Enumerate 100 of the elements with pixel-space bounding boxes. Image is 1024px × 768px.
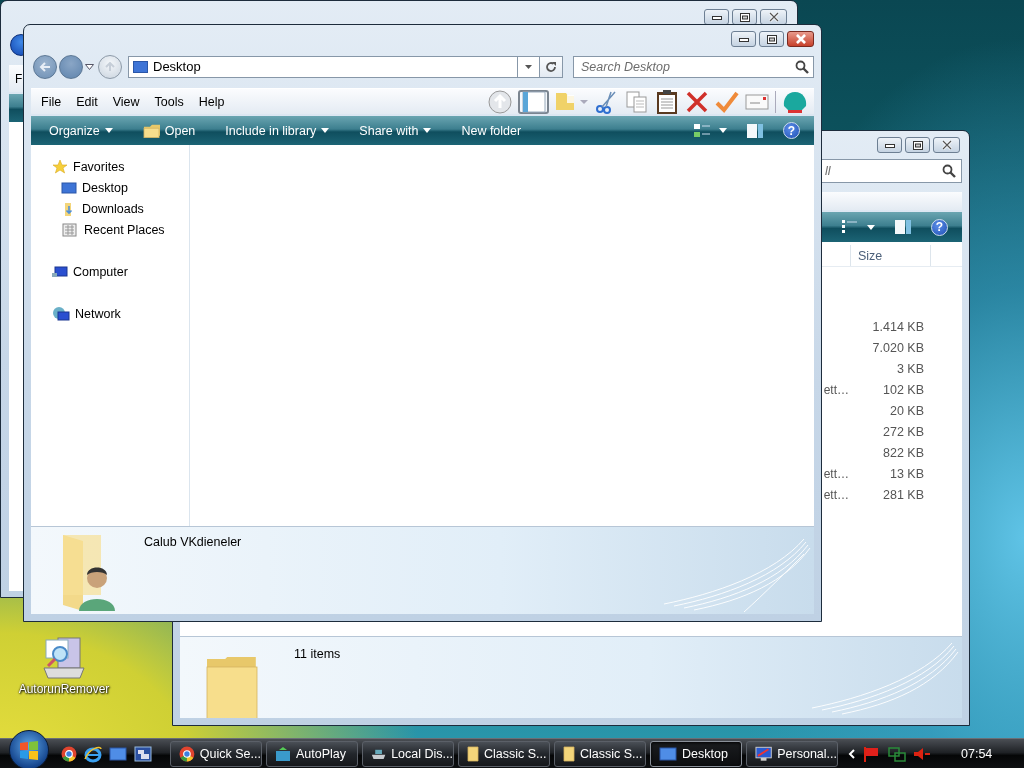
star-icon	[52, 158, 68, 175]
network-icon	[52, 305, 70, 322]
dropdown-button[interactable]	[518, 55, 540, 78]
maximize-button[interactable]	[759, 31, 784, 47]
menu-item[interactable]: Help	[198, 94, 225, 109]
delete-button[interactable]	[685, 89, 709, 114]
address-bar[interactable]: Desktop	[128, 55, 518, 78]
close-icon	[767, 12, 780, 22]
desktop-icon[interactable]	[109, 746, 127, 762]
minimize-icon	[711, 14, 722, 20]
table-cell: 7.020 KB	[872, 340, 924, 355]
navigation-item[interactable]: Computer	[31, 261, 189, 282]
scissors-button[interactable]	[595, 89, 619, 114]
start-button[interactable]	[9, 730, 49, 768]
close-button[interactable]	[760, 9, 787, 25]
caret-icon	[525, 64, 532, 69]
back-button[interactable]	[10, 34, 24, 56]
command-button[interactable]: Open	[142, 123, 196, 138]
search-icon	[942, 164, 956, 178]
clock[interactable]: 07:54	[961, 747, 993, 761]
clipboard-button[interactable]	[655, 89, 679, 114]
search-icon	[795, 59, 809, 74]
help-button[interactable]: ?	[783, 122, 800, 139]
maximize-button[interactable]	[732, 9, 757, 25]
preview-pane-icon[interactable]	[895, 219, 911, 235]
help-button[interactable]: ?	[931, 218, 948, 236]
refresh-button[interactable]	[540, 55, 563, 78]
refresh-icon	[545, 60, 557, 73]
taskbar-button[interactable]: Quick Se...	[170, 741, 262, 767]
preview-pane-button[interactable]	[518, 89, 549, 114]
maximize-button[interactable]	[905, 137, 930, 153]
navigation-item[interactable]: Recent Places	[31, 219, 189, 240]
menu-item[interactable]: F	[15, 71, 23, 86]
item-name: Calub VKdieneler	[144, 535, 242, 551]
close-icon	[794, 34, 807, 44]
chevron-left-icon[interactable]	[848, 749, 856, 759]
navigation-item[interactable]: Desktop	[31, 177, 189, 198]
caret-icon	[104, 128, 113, 133]
item-count: 11 items	[294, 647, 341, 663]
minimize-icon	[884, 142, 895, 148]
taskbar-button[interactable]: Local Dis...	[362, 741, 454, 767]
minimize-button[interactable]	[877, 137, 902, 153]
navigation-item[interactable]: Network	[31, 303, 189, 324]
display-icon	[755, 746, 773, 762]
minimize-button[interactable]	[704, 9, 729, 25]
menu-item[interactable]: View	[112, 94, 140, 109]
desktop-icon	[61, 180, 77, 195]
internet-explorer-icon[interactable]	[84, 745, 102, 763]
views-icon	[841, 219, 859, 235]
folder-icon	[142, 123, 160, 138]
menu-item[interactable]: Edit	[76, 94, 98, 109]
taskbar-button[interactable]: Classic S...	[554, 741, 646, 767]
navigation-item[interactable]: Downloads	[31, 198, 189, 219]
minimize-icon	[738, 36, 749, 42]
maximize-icon	[912, 140, 923, 150]
table-cell: 281 KB	[883, 487, 924, 502]
minimize-button[interactable]	[731, 31, 756, 47]
command-button[interactable]: Organize	[49, 123, 113, 138]
scissors-icon	[595, 89, 619, 114]
flag-icon[interactable]	[863, 746, 881, 762]
command-button[interactable]: New folder	[461, 123, 522, 138]
desktop-icon	[659, 747, 677, 761]
folder-icon	[467, 746, 479, 762]
menu-item[interactable]: Tools	[154, 94, 184, 109]
table-cell: ett…	[823, 487, 849, 502]
maximize-icon	[739, 12, 750, 22]
views-button[interactable]	[693, 122, 727, 139]
close-button[interactable]	[787, 31, 814, 47]
command-button[interactable]: Include in library	[225, 123, 330, 138]
window-switcher-icon[interactable]	[134, 746, 152, 762]
caret-icon[interactable]	[85, 63, 94, 70]
taskbar-button[interactable]: Classic S...	[458, 741, 550, 767]
table-cell: 3 KB	[896, 361, 924, 376]
desktop-icon	[133, 60, 148, 73]
views-button[interactable]	[841, 219, 875, 235]
computer-icon	[52, 264, 68, 279]
network-icon[interactable]	[888, 746, 906, 762]
maximize-icon	[766, 34, 777, 44]
up-arrow-icon	[104, 61, 116, 72]
column-header[interactable]: Size	[851, 245, 931, 266]
chrome-icon	[179, 746, 195, 762]
search-field[interactable]: Search Desktop	[573, 55, 814, 78]
menu-item[interactable]: File	[41, 94, 62, 109]
checkmark-button[interactable]	[715, 89, 739, 114]
delete-icon	[685, 89, 709, 114]
chrome-icon[interactable]	[61, 746, 77, 762]
close-button[interactable]	[933, 137, 960, 153]
command-button[interactable]: Share with	[359, 123, 432, 138]
table-cell: 13 KB	[889, 466, 924, 481]
taskbar-button[interactable]: Personal...	[746, 741, 838, 767]
preview-pane-icon[interactable]	[747, 122, 763, 139]
forward-button[interactable]	[59, 54, 83, 79]
taskbar-button[interactable]: AutoPlay	[266, 741, 358, 767]
taskbar-button[interactable]: Desktop	[650, 741, 742, 767]
table-cell: 1.414 KB	[872, 319, 924, 334]
caret-icon	[719, 128, 727, 133]
navigation-item[interactable]: Favorites	[31, 156, 189, 177]
speaker-icon[interactable]	[913, 746, 931, 762]
table-cell: 20 KB	[889, 403, 924, 418]
recent-places-icon	[61, 221, 79, 238]
